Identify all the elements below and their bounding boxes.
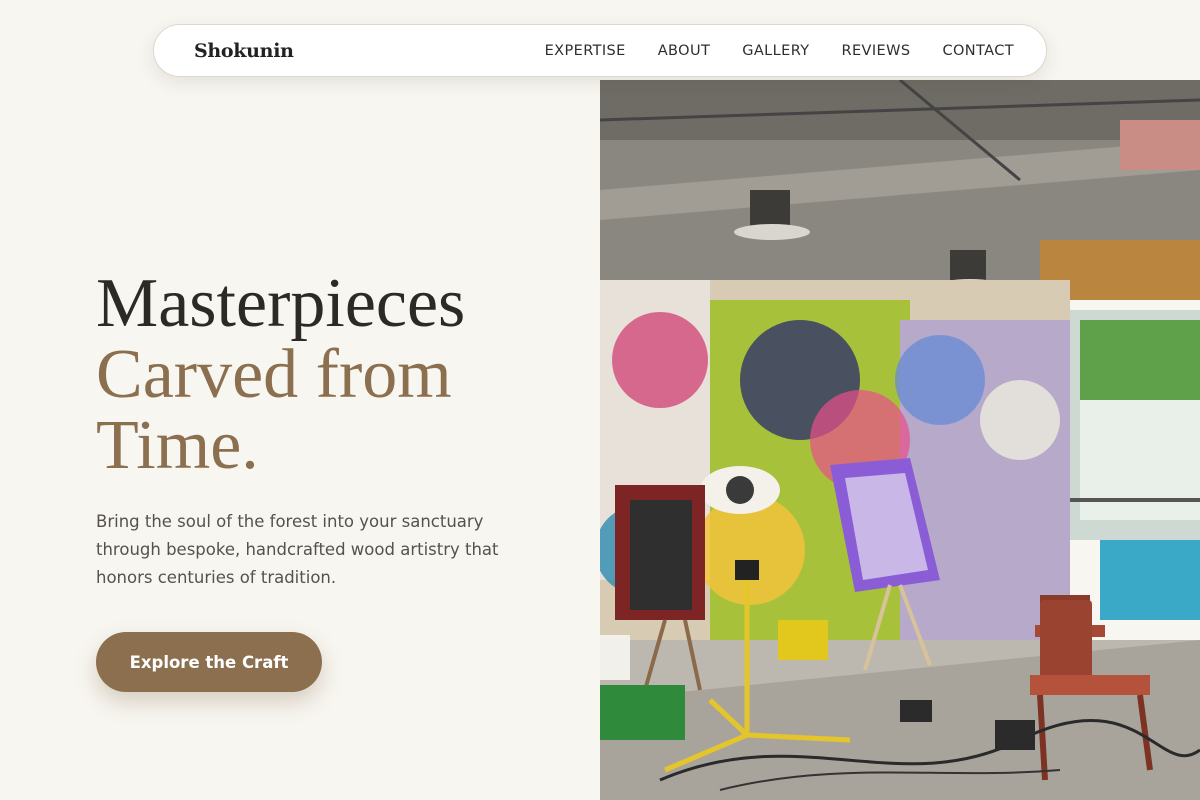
top-navbar: Shokunin EXPERTISE ABOUT GALLERY REVIEWS… (153, 24, 1047, 77)
hero-title-line1: Masterpieces (96, 265, 466, 342)
brand-logo[interactable]: Shokunin (194, 40, 294, 62)
nav-link-contact[interactable]: CONTACT (942, 43, 1014, 59)
hero-subtitle: Bring the soul of the forest into your s… (96, 512, 499, 587)
explore-craft-button[interactable]: Explore the Craft (96, 632, 322, 692)
nav-link-reviews[interactable]: REVIEWS (842, 43, 911, 59)
hero-title: Masterpieces Carved from Time. (96, 268, 465, 481)
hero-title-line3: Time. (96, 407, 259, 484)
nav-link-about[interactable]: ABOUT (658, 43, 711, 59)
hero-title-line2: Carved from (96, 336, 452, 413)
hero-image (600, 80, 1200, 800)
nav-links: EXPERTISE ABOUT GALLERY REVIEWS CONTACT (545, 43, 1014, 59)
nav-link-gallery[interactable]: GALLERY (742, 43, 809, 59)
studio-illustration (600, 80, 1200, 800)
nav-link-expertise[interactable]: EXPERTISE (545, 43, 626, 59)
